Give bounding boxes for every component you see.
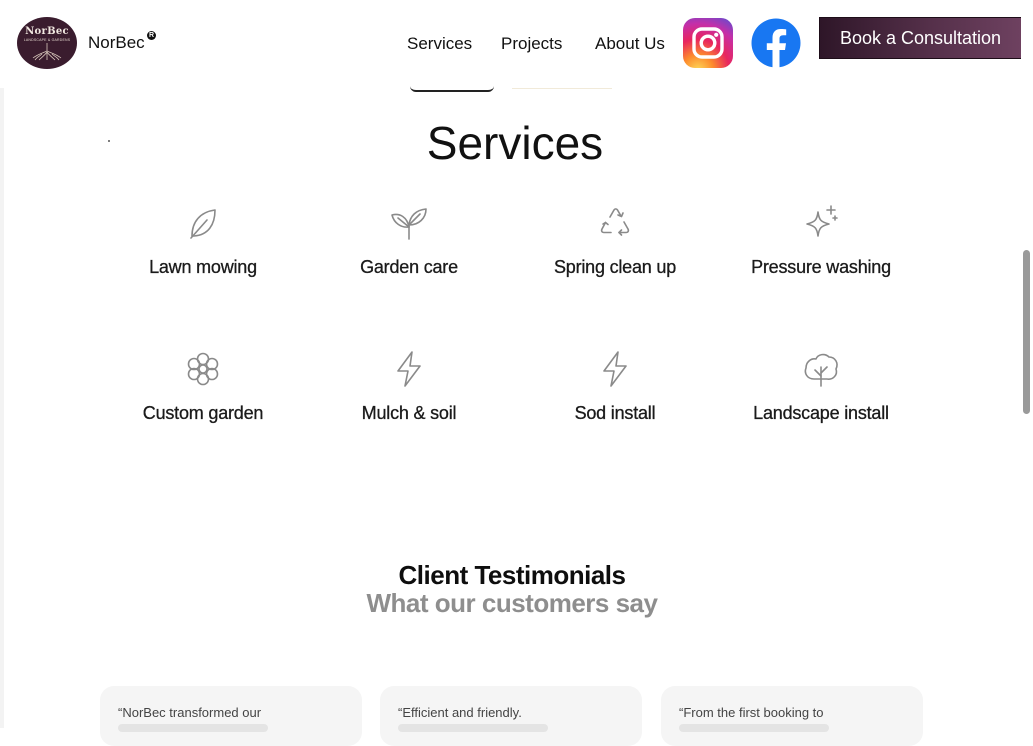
service-label: Sod install	[574, 403, 656, 423]
service-label: Garden care	[360, 257, 458, 277]
testimonial-card: “From the first booking to	[661, 686, 923, 746]
service-custom-garden[interactable]: Custom garden	[103, 349, 303, 424]
recycle-icon	[600, 208, 630, 236]
services-heading: Services	[426, 117, 604, 169]
scrolled-content-edge	[512, 88, 612, 89]
testimonials-heading: Client Testimonials	[398, 560, 626, 590]
logo-tagline: LANDSCAPE & GARDENS	[23, 38, 71, 42]
service-spring-clean-up[interactable]: Spring clean up	[515, 203, 715, 278]
nav-services[interactable]: Services	[407, 34, 472, 54]
scrolled-content-edge	[410, 86, 494, 92]
service-garden-care[interactable]: Garden care	[309, 203, 509, 278]
lightning-icon	[397, 351, 421, 387]
registered-mark: R	[147, 31, 156, 40]
tree-icon	[804, 353, 838, 387]
service-label: Pressure washing	[751, 257, 891, 277]
testimonial-quote: “NorBec transformed our	[118, 705, 262, 720]
testimonial-quote-continued	[118, 724, 268, 732]
logo-wordmark: NorBec	[25, 26, 69, 37]
nav-about-us[interactable]: About Us	[595, 34, 665, 54]
service-label: Landscape install	[753, 403, 889, 423]
service-sod-install[interactable]: Sod install	[515, 349, 715, 424]
testimonials-subheading: What our customers say	[366, 588, 658, 618]
service-label: Lawn mowing	[149, 257, 257, 277]
testimonial-quote: “Efficient and friendly.	[398, 705, 522, 720]
tree-roots-icon	[32, 43, 62, 61]
service-landscape-install[interactable]: Landscape install	[721, 349, 921, 424]
service-pressure-washing[interactable]: Pressure washing	[721, 203, 921, 278]
instagram-icon[interactable]	[683, 18, 733, 68]
testimonial-quote: “From the first booking to	[679, 705, 824, 720]
testimonial-card: “Efficient and friendly.	[380, 686, 642, 746]
scrollbar-thumb[interactable]	[1023, 250, 1030, 414]
testimonial-card: “NorBec transformed our	[100, 686, 362, 746]
testimonial-quote-continued	[398, 724, 548, 732]
facebook-icon[interactable]	[751, 18, 801, 68]
service-label: Spring clean up	[553, 257, 677, 277]
book-consultation-button[interactable]: Book a Consultation	[819, 17, 1022, 59]
service-label: Custom garden	[142, 403, 264, 423]
sprout-icon	[391, 208, 427, 240]
lightning-icon	[603, 351, 627, 387]
service-mulch-and-soil[interactable]: Mulch & soil	[309, 349, 509, 424]
leaf-icon	[190, 209, 216, 239]
flower-icon	[187, 352, 219, 386]
nav-projects[interactable]: Projects	[501, 34, 562, 54]
sparkles-icon	[806, 205, 838, 237]
service-label: Mulch & soil	[361, 403, 457, 423]
logo[interactable]: NorBec LANDSCAPE & GARDENS	[17, 17, 77, 69]
testimonial-quote-continued	[679, 724, 829, 732]
site-header: NorBec LANDSCAPE & GARDENS NorBec R Serv…	[0, 0, 1033, 88]
brand-name[interactable]: NorBec	[88, 33, 145, 53]
service-lawn-mowing[interactable]: Lawn mowing	[103, 203, 303, 278]
